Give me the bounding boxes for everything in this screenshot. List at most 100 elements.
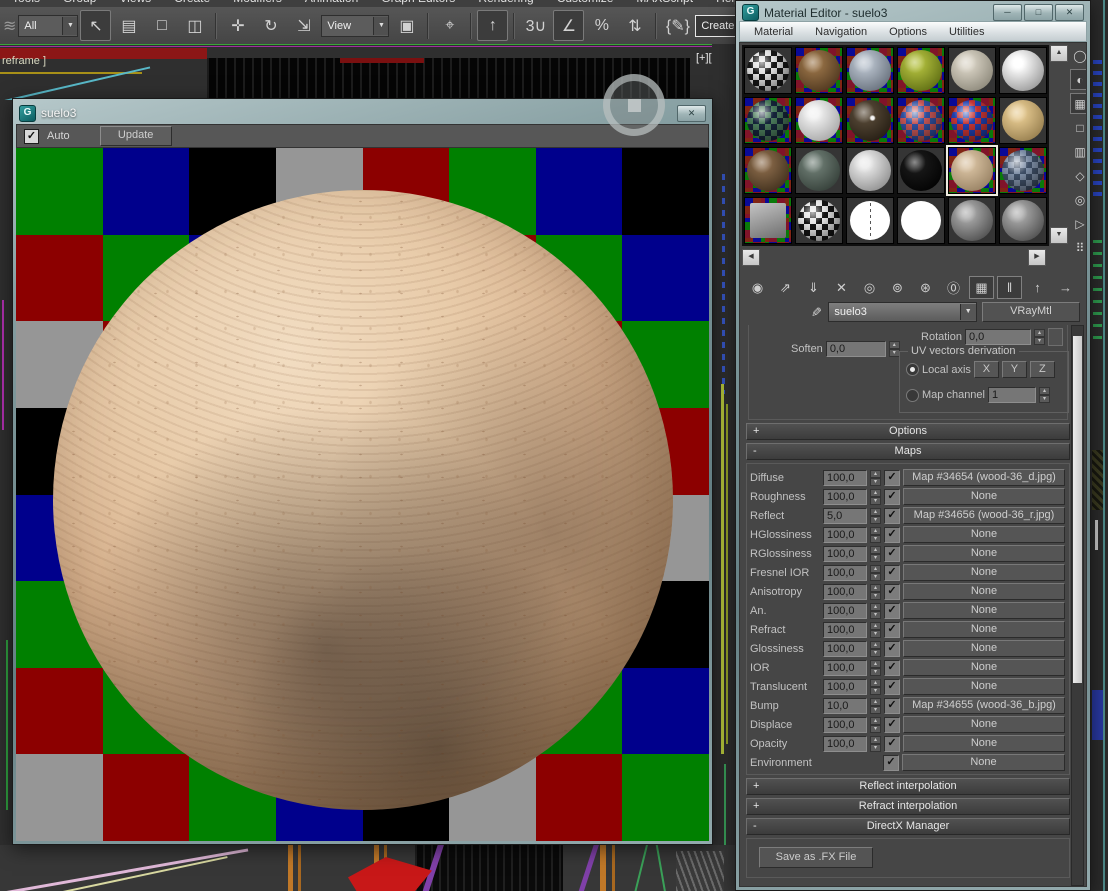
material-name-dropdown[interactable]: suelo3 ▼ — [828, 301, 977, 322]
spinner-down-icon[interactable]: ▾ — [870, 496, 881, 505]
spinner-up-icon[interactable]: ▴ — [870, 583, 881, 592]
menu-modifiers[interactable]: Modifiers — [233, 0, 282, 5]
show-end-result-button[interactable]: ‖ — [997, 276, 1022, 299]
select-object-button[interactable]: ↖ — [80, 10, 112, 41]
spinner-up-icon[interactable]: ▴ — [870, 716, 881, 725]
map-slot-button[interactable]: None — [903, 735, 1065, 752]
map-enable-checkbox[interactable]: ✓ — [884, 735, 900, 752]
sample-slot-17[interactable] — [946, 145, 998, 196]
maximize-button[interactable]: □ — [1024, 4, 1053, 21]
map-amount-field[interactable]: 100,0 — [823, 621, 867, 638]
rotation-field[interactable]: 0,0 — [965, 329, 1031, 345]
menu-tools[interactable]: Tools — [12, 0, 40, 5]
spinner-up-icon[interactable]: ▴ — [870, 735, 881, 744]
map-channel-radio[interactable] — [906, 388, 919, 402]
angle-snap-button[interactable]: ∠ — [553, 10, 585, 41]
viewport-corner-label[interactable]: [+][ — [696, 52, 712, 64]
spinner-down-icon[interactable]: ▾ — [870, 667, 881, 676]
sample-slot-11[interactable] — [948, 97, 996, 144]
spinner-up-icon[interactable]: ▴ — [870, 469, 881, 478]
rect-selection-region-button[interactable]: □ — [146, 10, 177, 41]
sample-slot-4[interactable] — [897, 47, 945, 94]
select-and-scale-button[interactable]: ⇲ — [288, 10, 319, 41]
map-amount-spinner[interactable]: ▴ ▾ — [870, 507, 881, 524]
map-slot-button[interactable]: None — [903, 659, 1065, 676]
spinner-down-icon[interactable]: ▾ — [870, 705, 881, 714]
map-slot-button[interactable]: None — [902, 754, 1065, 771]
slots-scroll-left-button[interactable]: ◀ — [742, 249, 760, 266]
map-slot-button[interactable]: None — [903, 564, 1065, 581]
sample-slot-8[interactable] — [795, 97, 843, 144]
menu-maxscript[interactable]: MAXScript — [636, 0, 693, 5]
make-preview-button[interactable]: ◇ — [1070, 165, 1086, 186]
map-amount-field[interactable]: 5,0 — [823, 507, 867, 524]
sample-slot-3[interactable] — [846, 47, 894, 94]
update-button[interactable]: Update — [99, 126, 172, 146]
map-amount-field[interactable]: 10,0 — [823, 697, 867, 714]
spinner-up-icon[interactable]: ▴ — [870, 545, 881, 554]
make-material-copy-button[interactable]: ◎ — [857, 276, 882, 299]
background-button[interactable]: ▦ — [1070, 93, 1086, 114]
map-enable-checkbox[interactable]: ✓ — [884, 602, 900, 619]
map-amount-spinner[interactable]: ▴ ▾ — [870, 602, 881, 619]
sample-slot-19[interactable] — [744, 197, 792, 244]
percent-snap-button[interactable]: % — [586, 10, 617, 41]
spinner-down-icon[interactable]: ▾ — [870, 572, 881, 581]
map-amount-field[interactable]: 100,0 — [823, 488, 867, 505]
close-button[interactable]: ✕ — [1055, 4, 1084, 21]
spinner-down-icon[interactable]: ▾ — [870, 648, 881, 657]
map-slot-button[interactable]: None — [903, 488, 1065, 505]
map-amount-spinner[interactable]: ▴ ▾ — [870, 488, 881, 505]
sample-slot-13[interactable] — [744, 147, 792, 194]
map-amount-spinner[interactable]: ▴ ▾ — [870, 469, 881, 486]
map-slot-button[interactable]: None — [903, 716, 1065, 733]
rollout-reflect-interpolation[interactable]: + Reflect interpolation — [746, 778, 1070, 795]
map-amount-spinner[interactable]: ▴ ▾ — [870, 735, 881, 752]
map-slot-button[interactable]: None — [903, 526, 1065, 543]
show-map-in-viewport-button[interactable]: ▦ — [969, 276, 994, 299]
reference-coordinate-dropdown[interactable]: View ▼ — [321, 14, 390, 37]
options-button[interactable]: ◎ — [1070, 189, 1086, 210]
spinner-up-icon[interactable]: ▴ — [870, 697, 881, 706]
spinner-down-icon[interactable]: ▾ — [870, 477, 881, 486]
menu-group[interactable]: Group — [63, 0, 96, 5]
close-button[interactable]: ✕ — [677, 104, 706, 122]
map-amount-spinner[interactable]: ▴ ▾ — [870, 678, 881, 695]
select-and-rotate-button[interactable]: ↻ — [255, 10, 286, 41]
spinner-up-icon[interactable]: ▴ — [870, 564, 881, 573]
map-enable-checkbox[interactable]: ✓ — [884, 583, 900, 600]
scrollbar-thumb[interactable] — [1073, 336, 1082, 683]
rollout-refract-interpolation[interactable]: + Refract interpolation — [746, 798, 1070, 815]
auto-checkbox[interactable]: ✓ — [24, 128, 39, 144]
map-enable-checkbox[interactable]: ✓ — [884, 716, 900, 733]
map-enable-checkbox[interactable]: ✓ — [884, 488, 900, 505]
select-by-name-button[interactable]: ▤ — [113, 10, 144, 41]
eyedropper-icon[interactable]: ✎ — [808, 304, 824, 319]
menu-help[interactable]: Help — [716, 0, 735, 5]
material-type-button[interactable]: VRayMtl — [981, 301, 1080, 322]
spinner-up-icon[interactable]: ▴ — [870, 602, 881, 611]
save-fx-button[interactable]: Save as .FX File — [759, 847, 873, 868]
map-amount-spinner[interactable]: ▴ ▾ — [870, 583, 881, 600]
map-enable-checkbox[interactable]: ✓ — [884, 469, 900, 486]
spinner-down-icon[interactable]: ▾ — [1034, 337, 1045, 345]
sample-slot-10[interactable] — [897, 97, 945, 144]
rotation-spinner[interactable]: ▴ ▾ — [1034, 329, 1045, 345]
sample-slot-15[interactable] — [846, 147, 894, 194]
parameters-scrollbar[interactable] — [1071, 325, 1084, 886]
map-amount-field[interactable]: 100,0 — [823, 640, 867, 657]
menu-rendering[interactable]: Rendering — [478, 0, 533, 5]
map-amount-spinner[interactable]: ▴ ▾ — [870, 621, 881, 638]
map-amount-field[interactable]: 100,0 — [823, 526, 867, 543]
material-id-channel-button[interactable]: ⓪ — [941, 276, 966, 299]
named-selection-sets-button[interactable]: {✎} — [662, 10, 693, 41]
map-slot-button[interactable]: None — [903, 583, 1065, 600]
sample-slot-21[interactable] — [846, 197, 894, 244]
menu-create[interactable]: Create — [174, 0, 210, 5]
map-slot-button[interactable]: None — [903, 621, 1065, 638]
map-amount-spinner[interactable]: ▴ ▾ — [870, 697, 881, 714]
snaps-toggle-button[interactable]: 3∪ — [520, 10, 551, 41]
axis-x-button[interactable]: X — [973, 361, 999, 378]
spinner-down-icon[interactable]: ▾ — [870, 591, 881, 600]
map-slot-button[interactable]: None — [903, 545, 1065, 562]
